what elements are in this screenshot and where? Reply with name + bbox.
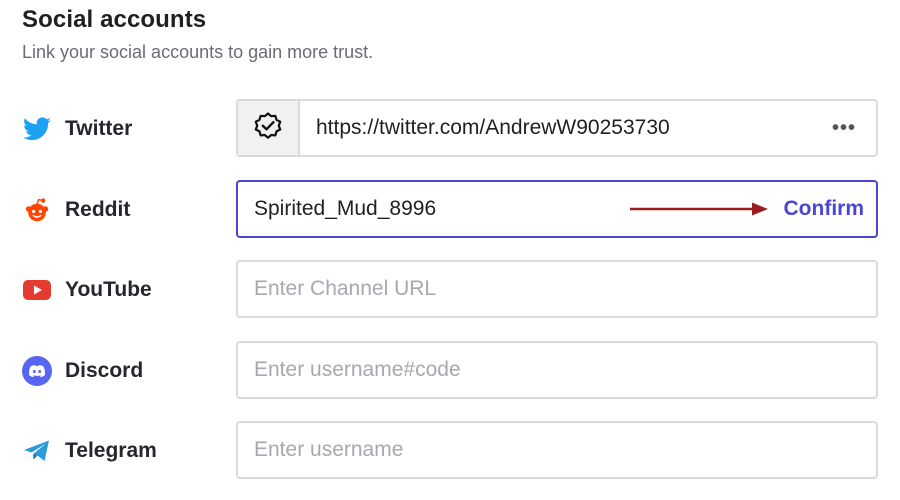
youtube-channel-field[interactable] [236, 260, 878, 318]
telegram-name: Telegram [65, 439, 157, 462]
youtube-play-icon [22, 275, 52, 305]
verified-check-icon [253, 111, 283, 146]
social-accounts-panel: Social accounts Link your social account… [0, 0, 900, 500]
discord-name: Discord [65, 359, 144, 382]
twitter-label-group: Twitter [22, 99, 132, 159]
reddit-row: Reddit Spirited_Mud_8996 Confirm [0, 180, 900, 240]
twitter-url-value: https://twitter.com/AndrewW90253730 [316, 116, 670, 139]
confirm-button[interactable]: Confirm [784, 197, 865, 221]
reddit-username-field[interactable]: Spirited_Mud_8996 Confirm [236, 180, 878, 238]
reddit-name: Reddit [65, 198, 131, 221]
discord-username-input[interactable] [238, 342, 876, 398]
reddit-alien-icon [22, 195, 52, 225]
youtube-row: YouTube [0, 260, 900, 320]
telegram-username-field[interactable] [236, 421, 878, 479]
telegram-label-group: Telegram [22, 421, 157, 481]
discord-label-group: Discord [22, 341, 143, 401]
twitter-name: Twitter [65, 117, 133, 140]
telegram-row: Telegram [0, 421, 900, 481]
youtube-name: YouTube [65, 278, 152, 301]
reddit-username-value: Spirited_Mud_8996 [254, 197, 437, 220]
discord-icon [22, 356, 52, 386]
reddit-label-group: Reddit [22, 180, 130, 240]
twitter-bird-icon [22, 114, 52, 144]
youtube-label-group: YouTube [22, 260, 152, 320]
youtube-channel-input[interactable] [238, 261, 876, 317]
telegram-username-input[interactable] [238, 422, 876, 478]
discord-username-field[interactable] [236, 341, 878, 399]
telegram-plane-icon [22, 436, 52, 466]
more-options-icon[interactable]: ••• [824, 117, 864, 140]
verified-badge [238, 101, 300, 155]
arrow-right-icon [629, 201, 770, 217]
twitter-row: Twitter https://twitter.com/AndrewW90253… [0, 99, 900, 159]
twitter-url-field[interactable]: https://twitter.com/AndrewW90253730 ••• [236, 99, 878, 157]
page-title: Social accounts [22, 6, 207, 33]
page-subtitle: Link your social accounts to gain more t… [22, 42, 374, 62]
discord-row: Discord [0, 341, 900, 401]
